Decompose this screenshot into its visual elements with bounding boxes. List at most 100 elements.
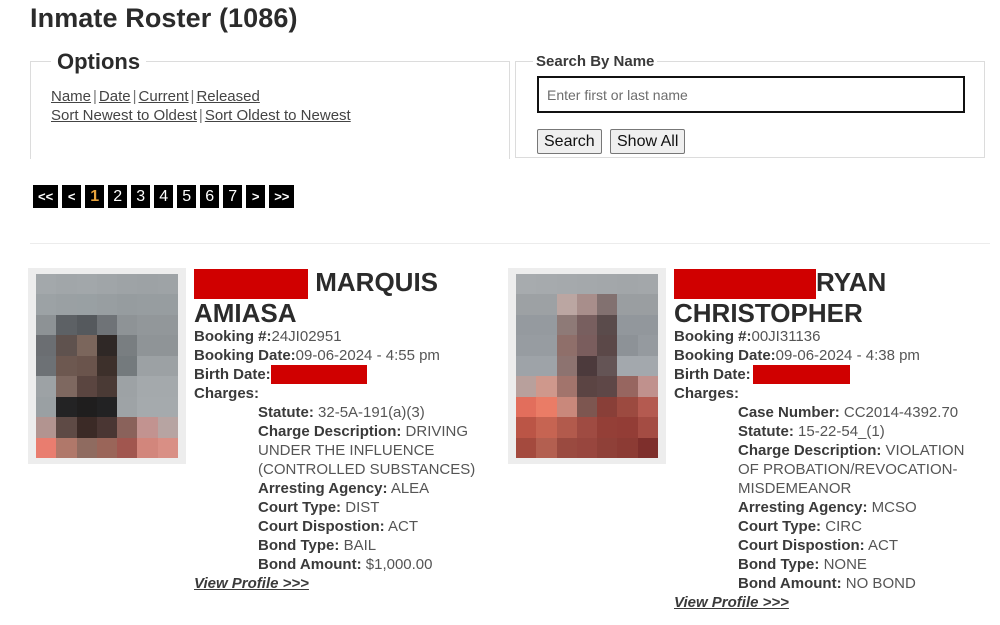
charge-field: Arresting Agency: ALEA [258, 479, 494, 498]
page-button-3[interactable]: 3 [131, 185, 151, 208]
separator: | [132, 88, 137, 105]
photo-pixel [597, 396, 618, 418]
inmate-name: MARQUIS AMIASA [194, 268, 494, 327]
filter-released-link[interactable]: Released [196, 88, 259, 105]
photo-pixel [637, 396, 658, 418]
label: Booking Date: [674, 347, 776, 364]
show-all-button[interactable]: Show All [610, 129, 686, 154]
view-profile-link[interactable]: View Profile >>> [194, 574, 309, 593]
charge-field-value: DIST [345, 499, 380, 516]
mugshot-image[interactable] [28, 268, 186, 464]
photo-pixel [96, 314, 118, 336]
options-panel: Options Name | Date | Current | Released Sort … [30, 51, 510, 159]
view-profile-link[interactable]: View Profile >>> [674, 593, 789, 612]
photo-pixel [157, 417, 178, 438]
photo-pixel [637, 376, 658, 397]
photo-pixel [617, 417, 638, 438]
prev-page-button[interactable]: < [62, 185, 82, 208]
photo-pixel [117, 417, 138, 438]
first-name: RYAN [816, 267, 887, 297]
photo-pixel [76, 294, 97, 315]
photo-pixel [117, 355, 138, 377]
photo-pixel [137, 417, 158, 438]
filter-date-link[interactable]: Date [99, 88, 131, 105]
photo-pixel [637, 294, 658, 315]
photo-pixel [556, 314, 577, 336]
photo-pixel [36, 274, 57, 295]
photo-pixel [536, 396, 557, 418]
photo-pixel [516, 376, 537, 397]
redacted-birth-date [270, 365, 367, 384]
next-page-button[interactable]: > [246, 185, 266, 208]
photo-pixel [516, 417, 537, 438]
page-button-2[interactable]: 2 [108, 185, 128, 208]
photo-pixel [117, 294, 138, 315]
charge-field-label: Charge Description: [258, 423, 402, 440]
photo-pixel [556, 437, 577, 458]
last-page-button[interactable]: >> [269, 185, 295, 208]
photo-pixel [556, 294, 577, 315]
middle-name: AMIASA [194, 298, 297, 328]
photo-pixel [157, 355, 178, 377]
photo-pixel [157, 376, 178, 397]
photo-pixel [96, 396, 118, 418]
page-title: Inmate Roster (1086) [30, 3, 298, 33]
mugshot-image[interactable] [508, 268, 666, 464]
photo-pixel [597, 417, 618, 438]
photo-pixel [36, 417, 57, 438]
photo-pixel [576, 437, 598, 458]
inmate-info: MARQUIS AMIASA Booking #:24JI02951 Booki… [194, 268, 494, 593]
charges-heading: Charges: [674, 384, 974, 403]
photo-pixel [516, 355, 537, 377]
photo-pixel [157, 335, 178, 356]
photo-pixel [516, 314, 537, 336]
photo-pixel [96, 294, 118, 315]
redacted-birth-date [752, 365, 850, 384]
value: 09-06-2024 - 4:38 pm [775, 347, 920, 364]
photo-pixel [576, 335, 598, 356]
value: 24JI02951 [271, 328, 342, 345]
photo-pixel [157, 294, 178, 315]
photo-pixel [157, 437, 178, 458]
photo-pixel [137, 335, 158, 356]
page-button-4[interactable]: 4 [154, 185, 174, 208]
photo-pixel [137, 355, 158, 377]
page-button-6[interactable]: 6 [200, 185, 220, 208]
photo-pixel [76, 417, 97, 438]
photo-pixel [637, 437, 658, 458]
page-button-1[interactable]: 1 [85, 185, 105, 208]
filter-current-link[interactable]: Current [139, 88, 189, 105]
sort-newest-link[interactable]: Sort Newest to Oldest [51, 107, 197, 124]
photo-pixel [96, 335, 118, 356]
photo-pixel [516, 396, 537, 418]
photo-pixel [556, 274, 577, 295]
first-page-button[interactable]: << [33, 185, 59, 208]
photo-pixel [597, 437, 618, 458]
charge-field: Charge Description: VIOLATION OF PROBATI… [738, 441, 974, 498]
charge-field-value: $1,000.00 [365, 556, 433, 573]
photo-pixel [117, 376, 138, 397]
photo-pixel [157, 314, 178, 336]
label: Booking Date: [194, 347, 296, 364]
search-button[interactable]: Search [537, 129, 602, 154]
search-name-input[interactable] [537, 76, 965, 113]
photo-pixel [576, 294, 598, 315]
label: Birth Date: [194, 366, 271, 383]
charges-heading: Charges: [194, 384, 494, 403]
page-button-5[interactable]: 5 [177, 185, 197, 208]
filter-name-link[interactable]: Name [51, 88, 91, 105]
photo-pixel [637, 355, 658, 377]
photo-pixel [637, 335, 658, 356]
photo-pixel [36, 376, 57, 397]
first-name: MARQUIS [315, 267, 439, 297]
page-button-7[interactable]: 7 [223, 185, 243, 208]
charge-field-value: 32-5A-191(a)(3) [318, 404, 425, 421]
charge-field-label: Arresting Agency: [258, 480, 388, 497]
charge-field: Court Type: CIRC [738, 517, 974, 536]
photo-pixel [76, 355, 97, 377]
photo-pixel [137, 437, 158, 458]
sort-oldest-link[interactable]: Sort Oldest to Newest [205, 107, 351, 124]
photo-pixel [117, 314, 138, 336]
birth-date: Birth Date: [674, 365, 974, 384]
sort-links-row: Sort Newest to Oldest | Sort Oldest to New… [51, 106, 351, 125]
